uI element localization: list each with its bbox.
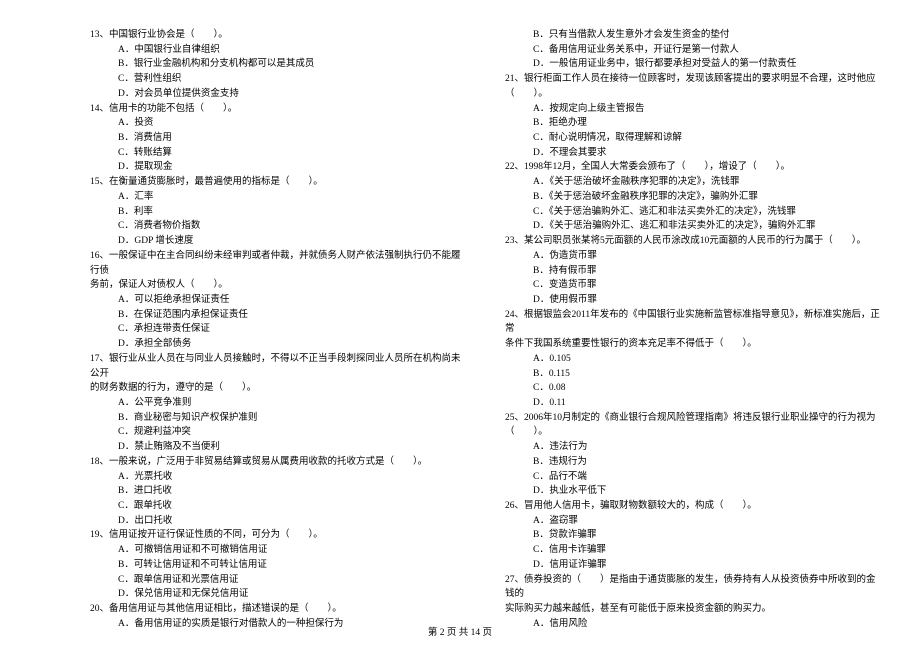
- q20-opt-b: B．只有当借款人发生意外才会发生资金的垫付: [505, 28, 880, 43]
- q19-opt-b: B．可转让信用证和不可转让信用证: [90, 558, 465, 573]
- q18-opt-a: A．光票托收: [90, 470, 465, 485]
- q24-opt-d: D．0.11: [505, 396, 880, 411]
- q24-opt-a: A．0.105: [505, 352, 880, 367]
- q23-opt-c: C．变造货币罪: [505, 278, 880, 293]
- q21-opt-c: C．耐心说明情况，取得理解和谅解: [505, 131, 880, 146]
- q19-opt-a: A．可撤销信用证和不可撤销信用证: [90, 543, 465, 558]
- q21-opt-a: A．按规定向上级主管报告: [505, 102, 880, 117]
- q23-stem: 23、某公司职员张某将5元面额的人民币涂改成10元面额的人民币的行为属于（ ）。: [505, 234, 880, 249]
- q23-opt-a: A．伪造货币罪: [505, 249, 880, 264]
- q24-stem-1: 24、根据银监会2011年发布的《中国银行业实施新监管标准指导意见》，新标准实施…: [505, 308, 880, 337]
- q17-opt-d: D．禁止贿赂及不当便利: [90, 440, 465, 455]
- q15-opt-d: D．GDP 增长速度: [90, 234, 465, 249]
- exam-page: 13、中国银行业协会是（ ）。 A．中国银行业自律组织 B．银行业金融机构和分支…: [0, 0, 920, 631]
- q14-opt-b: B．消费信用: [90, 131, 465, 146]
- q13-opt-c: C．营利性组织: [90, 72, 465, 87]
- q19-opt-c: C．跟单信用证和光票信用证: [90, 573, 465, 588]
- q22-opt-a: A．《关于惩治破坏金融秩序犯罪的决定》，洗钱罪: [505, 175, 880, 190]
- q23-opt-b: B．持有假币罪: [505, 264, 880, 279]
- q17-stem-1: 17、银行业从业人员在与同业人员接触时，不得以不正当手段刺探同业人员所在机构尚未…: [90, 352, 465, 381]
- q25-stem-2: （ ）。: [505, 425, 880, 440]
- q16-stem-2: 务前，保证人对债权人（ ）。: [90, 278, 465, 293]
- q26-opt-d: D．信用证诈骗罪: [505, 558, 880, 573]
- q23-opt-d: D．使用假币罪: [505, 293, 880, 308]
- q17-stem-2: 的财务数据的行为，遵守的是（ ）。: [90, 381, 465, 396]
- q25-opt-c: C．品行不端: [505, 470, 880, 485]
- q20-stem: 20、备用信用证与其他信用证相比，描述错误的是（ ）。: [90, 602, 465, 617]
- q17-opt-c: C．规避利益冲突: [90, 425, 465, 440]
- q16-opt-b: B．在保证范围内承担保证责任: [90, 308, 465, 323]
- q18-opt-d: D．出口托收: [90, 514, 465, 529]
- q19-stem: 19、信用证按开证行保证性质的不同，可分为（ ）。: [90, 528, 465, 543]
- q16-opt-d: D．承担全部债务: [90, 337, 465, 352]
- q25-opt-d: D．执业水平低下: [505, 484, 880, 499]
- q27-stem-1: 27、债券投资的（ ）是指由于通货膨胀的发生，债券持有人从投资债券中所收到的金钱…: [505, 573, 880, 602]
- left-column: 13、中国银行业协会是（ ）。 A．中国银行业自律组织 B．银行业金融机构和分支…: [90, 28, 465, 631]
- q14-opt-a: A．投资: [90, 116, 465, 131]
- q24-stem-2: 条件下我国系统重要性银行的资本充足率不得低于（ ）。: [505, 337, 880, 352]
- q26-opt-a: A．盗窃罪: [505, 514, 880, 529]
- q20-opt-d: D．一般信用证业务中，银行都要承担对受益人的第一付款责任: [505, 57, 880, 72]
- q26-opt-b: B．贷款诈骗罪: [505, 528, 880, 543]
- q18-stem: 18、一般来说，广泛用于非贸易结算或贸易从属费用收款的托收方式是（ ）。: [90, 455, 465, 470]
- q18-opt-c: C．跟单托收: [90, 499, 465, 514]
- q15-opt-b: B．利率: [90, 205, 465, 220]
- q22-opt-b: B．《关于惩治破坏金融秩序犯罪的决定》，骗购外汇罪: [505, 190, 880, 205]
- q21-stem-1: 21、银行柜面工作人员在接待一位顾客时，发现该顾客提出的要求明显不合理，这时他应: [505, 72, 880, 87]
- q26-opt-c: C．信用卡诈骗罪: [505, 543, 880, 558]
- q25-stem-1: 25、2006年10月制定的《商业银行合规风险管理指南》将违反银行业职业操守的行…: [505, 411, 880, 426]
- q13-opt-d: D．对会员单位提供资金支持: [90, 87, 465, 102]
- q14-opt-c: C．转账结算: [90, 146, 465, 161]
- q13-opt-b: B．银行业金融机构和分支机构都可以是其成员: [90, 57, 465, 72]
- q16-opt-c: C．承担连带责任保证: [90, 322, 465, 337]
- q17-opt-a: A．公平竞争准则: [90, 396, 465, 411]
- q21-opt-d: D．不理会其要求: [505, 146, 880, 161]
- right-column: B．只有当借款人发生意外才会发生资金的垫付 C．备用信用证业务关系中，开证行是第…: [505, 28, 880, 631]
- q14-stem: 14、信用卡的功能不包括（ ）。: [90, 102, 465, 117]
- q21-stem-2: （ ）。: [505, 87, 880, 102]
- q22-opt-c: C．《关于惩治骗购外汇、逃汇和非法买卖外汇的决定》，洗钱罪: [505, 205, 880, 220]
- q24-opt-c: C．0.08: [505, 381, 880, 396]
- q27-stem-2: 实际购买力越来越低，甚至有可能低于原来投资金额的购买力。: [505, 602, 880, 617]
- q22-stem: 22、1998年12月，全国人大常委会颁布了（ ），增设了（ ）。: [505, 160, 880, 175]
- page-footer: 第 2 页 共 14 页: [0, 624, 920, 638]
- q25-opt-a: A．违法行为: [505, 440, 880, 455]
- q17-opt-b: B．商业秘密与知识产权保护准则: [90, 411, 465, 426]
- q24-opt-b: B．0.115: [505, 367, 880, 382]
- q15-opt-c: C．消费者物价指数: [90, 219, 465, 234]
- q16-opt-a: A．可以拒绝承担保证责任: [90, 293, 465, 308]
- q14-opt-d: D．提取现金: [90, 160, 465, 175]
- q13-opt-a: A．中国银行业自律组织: [90, 43, 465, 58]
- q13-stem: 13、中国银行业协会是（ ）。: [90, 28, 465, 43]
- q16-stem-1: 16、一般保证中在主合同纠纷未经审判或者仲裁，并就债务人财产依法强制执行仍不能履…: [90, 249, 465, 278]
- q19-opt-d: D．保兑信用证和无保兑信用证: [90, 587, 465, 602]
- q15-opt-a: A．汇率: [90, 190, 465, 205]
- q20-opt-c: C．备用信用证业务关系中，开证行是第一付款人: [505, 43, 880, 58]
- q15-stem: 15、在衡量通货膨胀时，最普遍使用的指标是（ ）。: [90, 175, 465, 190]
- q25-opt-b: B．违规行为: [505, 455, 880, 470]
- q18-opt-b: B．进口托收: [90, 484, 465, 499]
- q22-opt-d: D．《关于惩治骗购外汇、逃汇和非法买卖外汇的决定》，骗购外汇罪: [505, 219, 880, 234]
- q21-opt-b: B．拒绝办理: [505, 116, 880, 131]
- q26-stem: 26、冒用他人信用卡，骗取财物数额较大的，构成（ ）。: [505, 499, 880, 514]
